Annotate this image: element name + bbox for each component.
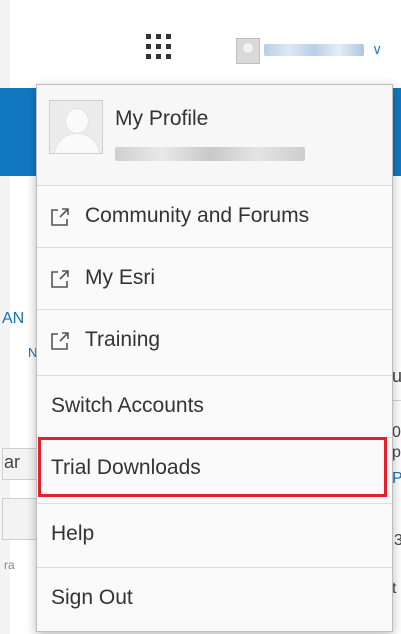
apps-launcher-button[interactable] <box>142 30 182 70</box>
menu-item-label: Sign Out <box>51 586 133 609</box>
menu-item-label: Help <box>51 522 95 545</box>
avatar <box>236 38 260 64</box>
menu-item-label: Community and Forums <box>85 204 310 227</box>
menu-item-trial-downloads[interactable]: Trial Downloads <box>37 437 392 499</box>
menu-item-help[interactable]: Help <box>37 503 392 565</box>
background-text-fragment: ra <box>4 558 15 572</box>
user-menu-button[interactable]: ∨ <box>232 36 392 66</box>
user-dropdown-menu: My Profile Community and Forums My Esri … <box>36 84 393 632</box>
background-text-fragment: AN <box>2 310 25 327</box>
external-link-icon <box>51 332 69 350</box>
my-profile-item[interactable]: My Profile <box>37 85 392 185</box>
menu-item-label: My Esri <box>85 266 155 289</box>
background-text-fragment: 0 <box>392 424 401 441</box>
menu-item-label: Training <box>85 328 161 351</box>
menu-item-label: Trial Downloads <box>51 456 201 479</box>
background-banner <box>0 88 40 176</box>
background-divider <box>392 400 401 401</box>
background-text-fragment: ul <box>392 366 401 386</box>
external-link-icon <box>51 270 69 288</box>
menu-item-label: Switch Accounts <box>51 394 204 417</box>
profile-avatar <box>49 100 103 154</box>
menu-item-switch-accounts[interactable]: Switch Accounts <box>37 375 392 437</box>
chevron-down-icon: ∨ <box>372 41 383 57</box>
profile-username-redacted <box>115 147 305 161</box>
background-text-fragment: ar <box>4 452 21 472</box>
menu-item-my-esri[interactable]: My Esri <box>37 247 392 309</box>
user-name-redacted <box>264 44 364 56</box>
menu-item-sign-out[interactable]: Sign Out <box>37 567 392 631</box>
grid-icon <box>146 34 171 59</box>
background-text-fragment: 3 <box>394 532 401 549</box>
menu-item-community-and-forums[interactable]: Community and Forums <box>37 185 392 247</box>
background-text-fragment: P <box>392 470 401 487</box>
my-profile-label: My Profile <box>115 107 209 130</box>
external-link-icon <box>51 208 69 226</box>
background-card-fragment <box>2 498 38 540</box>
menu-item-training[interactable]: Training <box>37 309 392 371</box>
background-text-fragment: pi <box>392 444 401 461</box>
